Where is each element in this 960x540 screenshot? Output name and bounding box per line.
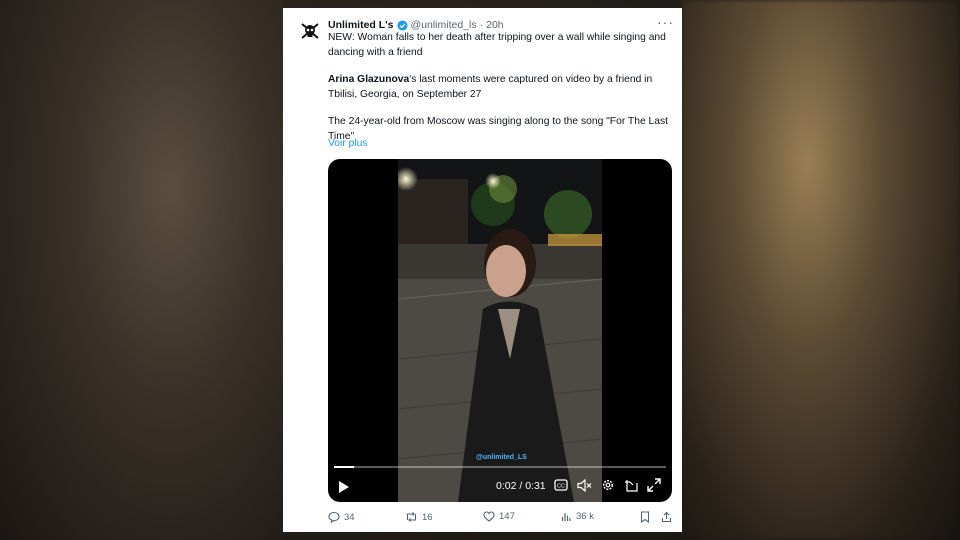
views-button[interactable]: 36 k bbox=[561, 511, 594, 522]
paragraph-2: Arina Glazunova's last moments were capt… bbox=[328, 73, 673, 102]
timestamp[interactable]: 20h bbox=[486, 19, 504, 31]
video-player[interactable]: @unlimited_LS 0:02 / 0:31 CC bbox=[328, 159, 672, 502]
repost-icon bbox=[406, 512, 417, 522]
verified-badge-icon bbox=[396, 19, 408, 31]
settings-gear-icon[interactable] bbox=[601, 478, 615, 492]
share-button[interactable] bbox=[661, 511, 672, 523]
reply-button[interactable]: 34 bbox=[328, 511, 355, 523]
svg-text:CC: CC bbox=[557, 484, 565, 490]
like-count: 147 bbox=[499, 511, 515, 522]
views-count: 36 k bbox=[576, 511, 594, 522]
tweet-card: Unlimited L's @unlimited_ls · 20h ··· NE… bbox=[283, 8, 682, 532]
reply-icon bbox=[328, 511, 340, 523]
repost-count: 16 bbox=[422, 511, 433, 523]
bookmark-button[interactable] bbox=[640, 511, 650, 523]
fullscreen-icon[interactable] bbox=[647, 478, 661, 492]
paragraph-1: NEW: Woman falls to her death after trip… bbox=[328, 32, 666, 58]
avatar[interactable] bbox=[299, 20, 321, 42]
author-name[interactable]: Unlimited L's bbox=[328, 19, 394, 31]
views-chart-icon bbox=[561, 513, 571, 521]
video-frame bbox=[398, 159, 602, 502]
mute-icon[interactable] bbox=[577, 478, 592, 492]
share-icon bbox=[661, 511, 672, 523]
bookmark-icon bbox=[640, 511, 650, 523]
tweet-actions: 34 16 147 36 k bbox=[328, 511, 673, 527]
video-watermark: @unlimited_LS bbox=[476, 454, 527, 461]
captions-icon[interactable]: CC bbox=[554, 479, 568, 491]
reply-count: 34 bbox=[344, 511, 355, 523]
more-options-icon[interactable]: ··· bbox=[657, 14, 674, 30]
repost-button[interactable]: 16 bbox=[405, 511, 433, 523]
blurred-background-left bbox=[0, 0, 283, 540]
video-progress-fill bbox=[334, 466, 354, 468]
paragraph-3: The 24-year-old from Moscow was singing … bbox=[328, 116, 668, 142]
like-button[interactable]: 147 bbox=[483, 511, 515, 522]
video-time: 0:02 / 0:31 bbox=[496, 480, 546, 492]
pirate-skull-icon bbox=[301, 23, 319, 39]
author-handle[interactable]: @unlimited_ls bbox=[411, 19, 477, 31]
blurred-background-right bbox=[682, 0, 960, 540]
play-icon[interactable] bbox=[338, 480, 350, 499]
mention-name: Arina Glazunova bbox=[328, 74, 410, 86]
video-progress-bar[interactable] bbox=[334, 466, 666, 468]
street-scene-image bbox=[398, 159, 602, 502]
video-controls: CC bbox=[554, 478, 661, 492]
see-more-link[interactable]: Voir plus bbox=[328, 138, 368, 149]
picture-in-picture-icon[interactable] bbox=[624, 479, 638, 492]
tweet-text: NEW: Woman falls to her death after trip… bbox=[328, 31, 673, 158]
heart-icon bbox=[483, 511, 495, 522]
separator: · bbox=[479, 19, 484, 31]
